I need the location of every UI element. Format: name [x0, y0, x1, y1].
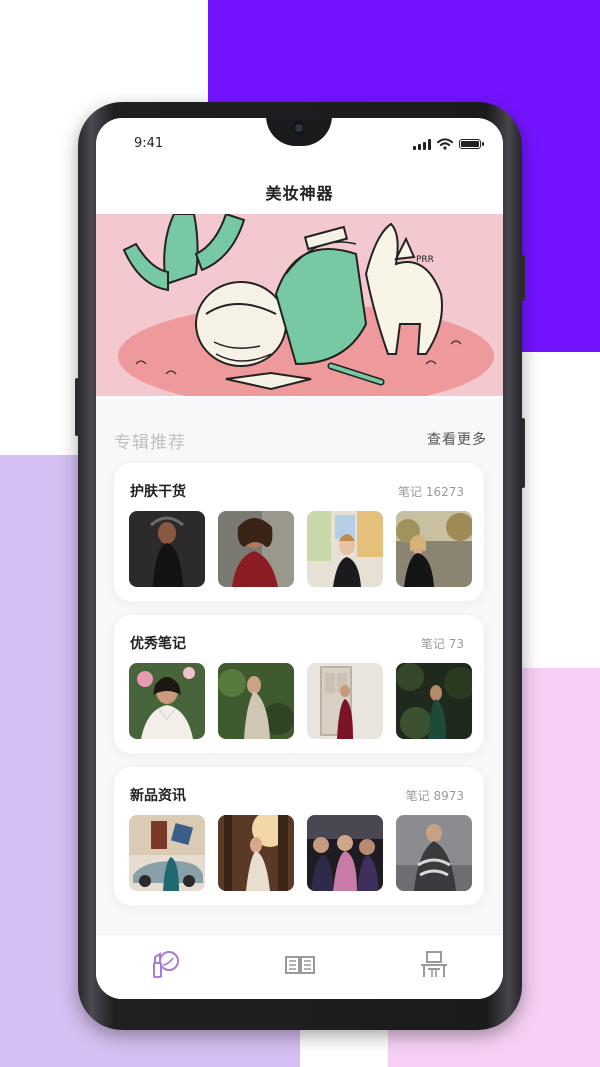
card-title: 优秀笔记	[130, 636, 186, 652]
photo-thumbnail[interactable]	[218, 663, 294, 739]
tab-vanity[interactable]	[418, 949, 450, 979]
photo-thumbnail[interactable]	[129, 815, 205, 891]
photo-thumbnail[interactable]	[396, 663, 472, 739]
tab-beauty[interactable]	[150, 949, 182, 979]
status-icons	[413, 138, 484, 150]
thumbnail-row	[129, 511, 472, 587]
card-title: 新品资讯	[130, 788, 186, 804]
card-title: 护肤干货	[130, 484, 186, 500]
app-title: 美妆神器	[265, 184, 334, 203]
card-note-count: 笔记 73	[420, 637, 464, 651]
front-camera	[292, 121, 306, 135]
photo-thumbnail[interactable]	[396, 511, 472, 587]
photo-thumbnail[interactable]	[218, 815, 294, 891]
svg-text:PRR: PRR	[416, 255, 434, 265]
see-more-link[interactable]: 查看更多	[427, 429, 487, 449]
album-card-skincare[interactable]: 护肤干货 笔记 16273	[113, 462, 485, 602]
phone-side-button	[75, 378, 79, 436]
phone-volume-button	[521, 418, 525, 488]
section-title: 专辑推荐	[114, 433, 186, 453]
bottom-tab-bar	[96, 934, 503, 999]
tab-notes[interactable]	[284, 949, 316, 979]
photo-thumbnail[interactable]	[307, 511, 383, 587]
photo-thumbnail[interactable]	[307, 663, 383, 739]
photo-thumbnail[interactable]	[307, 815, 383, 891]
battery-icon	[459, 139, 484, 149]
hero-banner[interactable]: PRR	[96, 214, 503, 396]
photo-thumbnail[interactable]	[129, 511, 205, 587]
thumbnail-row	[129, 663, 472, 739]
vanity-table-icon	[421, 951, 447, 977]
thumbnail-row	[129, 815, 472, 891]
album-card-notes[interactable]: 优秀笔记 笔记 73	[113, 614, 485, 754]
phone-power-button	[521, 255, 525, 301]
wifi-icon	[437, 138, 453, 150]
card-note-count: 笔记 8973	[405, 789, 464, 803]
open-book-icon	[285, 956, 315, 974]
photo-thumbnail[interactable]	[218, 511, 294, 587]
album-card-news[interactable]: 新品资讯 笔记 8973	[113, 766, 485, 906]
photo-thumbnail[interactable]	[396, 815, 472, 891]
lipstick-mirror-icon	[153, 951, 179, 978]
status-time: 9:41	[134, 136, 164, 151]
hero-illustration: PRR	[96, 214, 503, 396]
phone-screen: 9:41 美妆神器 PRR 专辑推荐 查看更多 护肤干货 笔记 16273 优秀…	[96, 118, 503, 999]
photo-thumbnail[interactable]	[129, 663, 205, 739]
card-note-count: 笔记 16273	[398, 485, 464, 499]
signal-icon	[413, 138, 431, 150]
